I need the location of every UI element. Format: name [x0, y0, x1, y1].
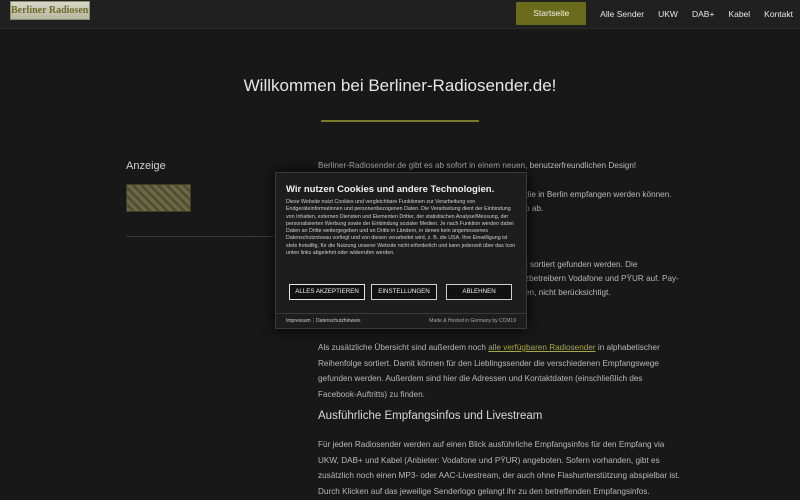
cookie-dialog-title: Wir nutzen Cookies und andere Technologi… [286, 184, 495, 195]
settings-button[interactable]: EINSTELLUNGEN [371, 284, 437, 300]
hosted-by-text: Made & Hosted in Germany by CCM19 [429, 318, 516, 324]
overview-text-before: Als zusätzliche Übersicht sind außerdem … [318, 343, 489, 352]
privacy-link[interactable]: Datenschutzhinweis [316, 318, 360, 324]
ad-heading: Anzeige [126, 160, 166, 172]
nav-kabel[interactable]: Kabel [721, 9, 757, 19]
section-heading: Ausführliche Empfangsinfos und Livestrea… [318, 410, 543, 422]
nav-kontakt[interactable]: Kontakt [757, 9, 800, 19]
nav-dab[interactable]: DAB+ [685, 9, 721, 19]
cookie-dialog-text: Diese Website nutzt Cookies und vergleic… [286, 199, 516, 257]
imprint-link[interactable]: Impressum [286, 318, 311, 324]
decline-button[interactable]: ABLEHNEN [446, 284, 512, 300]
section-paragraph: Für jeden Radiosender werden auf einen B… [318, 440, 680, 496]
site-logo[interactable]: Berliner Radiosender [10, 1, 90, 20]
cookie-consent-dialog: Wir nutzen Cookies und andere Technologi… [275, 172, 527, 329]
all-stations-link[interactable]: alle verfügbaren Radiosender [488, 343, 595, 352]
cookie-dialog-footer: Impressum | Datenschutzhinweis Made & Host… [276, 313, 526, 329]
nav-alle-sender[interactable]: Alle Sender [593, 9, 651, 19]
intro-fragment-2: o ab. [525, 204, 544, 213]
title-divider [321, 120, 479, 122]
overview-paragraph: Als zusätzliche Übersicht sind außerdem … [318, 340, 680, 402]
accept-all-button[interactable]: ALLES AKZEPTIEREN [289, 284, 365, 300]
body-fragment-5: en, nicht berücksichtigt. [525, 288, 611, 297]
main-nav: Startseite Alle Sender UKW DAB+ Kabel Ko… [516, 0, 800, 27]
nav-ukw[interactable]: UKW [651, 9, 685, 19]
nav-startseite[interactable]: Startseite [516, 2, 587, 25]
top-navigation-bar: Berliner Radiosender Startseite Alle Sen… [0, 0, 800, 29]
page-title: Willkommen bei Berliner-Radiosender.de! [243, 76, 557, 95]
sidebar-divider [126, 236, 282, 237]
intro-fragment-1: die in Berlin empfangen werden können. [525, 190, 672, 199]
footer-links: Impressum | Datenschutzhinweis [286, 318, 361, 324]
ad-banner-image[interactable] [126, 184, 191, 212]
